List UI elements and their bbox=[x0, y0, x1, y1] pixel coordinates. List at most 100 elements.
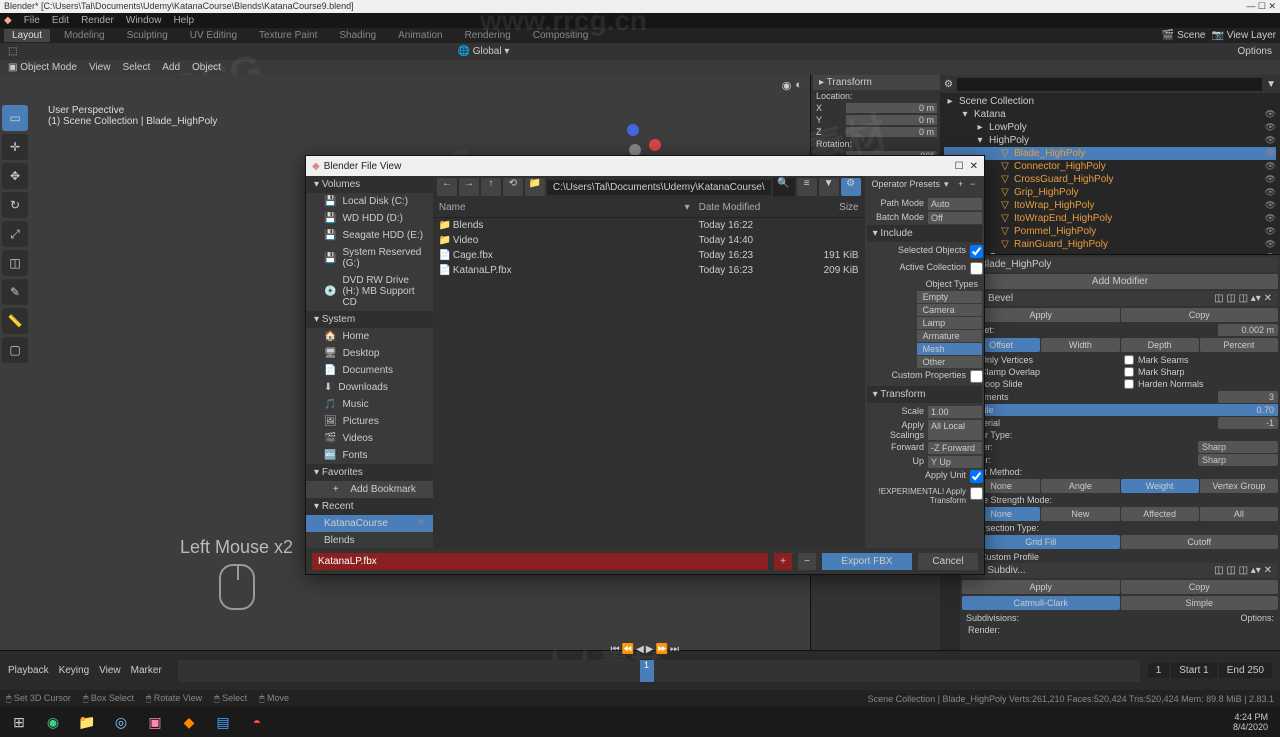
offset-field[interactable]: 0.002 m bbox=[1218, 324, 1278, 336]
system-item[interactable]: 🖥 Desktop bbox=[306, 345, 433, 362]
inter-cutoff[interactable]: Cutoff bbox=[1121, 535, 1279, 549]
tree-obj[interactable]: ▽CrossGuard_HighPoly👁 bbox=[944, 173, 1276, 186]
tree-obj[interactable]: ▽ItoWrap_HighPoly👁 bbox=[944, 199, 1276, 212]
transform-tool-icon[interactable]: ◫ bbox=[2, 250, 28, 276]
objtype-lamp[interactable]: Lamp bbox=[917, 317, 982, 329]
tab-shading[interactable]: Shading bbox=[331, 29, 384, 42]
limit-vgroup[interactable]: Vertex Group bbox=[1200, 479, 1278, 493]
apply-button[interactable]: Apply bbox=[962, 308, 1120, 322]
system-item[interactable]: 📄 Documents bbox=[306, 362, 433, 379]
recent-item[interactable]: KatanaCourse✕ bbox=[306, 515, 433, 532]
chrome-icon[interactable]: ◉ bbox=[38, 708, 68, 736]
menu-edit[interactable]: Edit bbox=[52, 15, 69, 26]
system-item[interactable]: 🎬 Videos bbox=[306, 430, 433, 447]
file-list[interactable]: 📁BlendsToday 16:22 📁VideoToday 14:40 📄Ca… bbox=[433, 218, 865, 548]
objtype-armature[interactable]: Armature bbox=[917, 330, 982, 342]
volume-item[interactable]: 💾 Seagate HDD (E:) bbox=[306, 227, 433, 244]
play-jump-end-icon[interactable]: ⏭ bbox=[670, 644, 679, 655]
annotate-tool-icon[interactable]: ✎ bbox=[2, 279, 28, 305]
orient-select[interactable]: 🌐 Global ▾ bbox=[457, 46, 509, 57]
system-item[interactable]: 🎵 Music bbox=[306, 396, 433, 413]
material-field[interactable]: -1 bbox=[1218, 417, 1278, 429]
loc-y-field[interactable]: 0 m bbox=[846, 115, 937, 125]
apply-scalings-select[interactable]: All Local bbox=[928, 420, 982, 440]
preset-remove-icon[interactable]: − bbox=[970, 179, 982, 190]
catmull-button[interactable]: Catmull-Clark bbox=[962, 596, 1120, 610]
system-header[interactable]: ▾ System bbox=[306, 311, 433, 328]
outliner-filter-icon[interactable]: ⚙ bbox=[944, 79, 953, 90]
display-mode-icon[interactable]: ≡ bbox=[797, 178, 817, 196]
window-controls[interactable]: — ☐ ✕ bbox=[1246, 1, 1276, 12]
tree-lowpoly[interactable]: ▸LowPoly👁 bbox=[944, 121, 1276, 134]
tl-menu-marker[interactable]: Marker bbox=[131, 665, 162, 676]
apply2-button[interactable]: Apply bbox=[962, 580, 1120, 594]
shading-toggle-icon[interactable]: ◐ bbox=[795, 79, 802, 91]
mark-seams-chk[interactable] bbox=[1124, 355, 1134, 365]
objtype-mesh[interactable]: Mesh bbox=[917, 343, 982, 355]
tree-obj[interactable]: ▽Grip_HighPoly👁 bbox=[944, 186, 1276, 199]
system-clock[interactable]: 4:24 PM8/4/2020 bbox=[1233, 712, 1276, 732]
explorer-icon[interactable]: 📁 bbox=[72, 708, 102, 736]
copy-button[interactable]: Copy bbox=[1121, 308, 1279, 322]
increment-icon[interactable]: + bbox=[774, 553, 792, 570]
settings-icon[interactable]: ⚙ bbox=[841, 178, 861, 196]
menu-view[interactable]: View bbox=[89, 62, 111, 73]
app3-icon[interactable]: ◓ bbox=[242, 708, 272, 736]
col-size[interactable]: Size bbox=[799, 202, 859, 213]
nav-newfolder-icon[interactable]: 📁 bbox=[525, 178, 545, 196]
copy2-button[interactable]: Copy bbox=[1121, 580, 1279, 594]
inter-gridfill[interactable]: Grid Fill bbox=[962, 535, 1120, 549]
steam-icon[interactable]: ◎ bbox=[106, 708, 136, 736]
segments-field[interactable]: 3 bbox=[1218, 391, 1278, 403]
tl-menu-playback[interactable]: Playback bbox=[8, 665, 49, 676]
harden-chk[interactable] bbox=[1124, 379, 1134, 389]
system-item[interactable]: ⬇ Downloads bbox=[306, 379, 433, 396]
move-tool-icon[interactable]: ✥ bbox=[2, 163, 28, 189]
selected-objects-chk[interactable] bbox=[970, 245, 983, 258]
dialog-title-bar[interactable]: ◆ Blender File View ☐✕ bbox=[306, 156, 984, 176]
nav-forward-icon[interactable]: → bbox=[459, 178, 479, 196]
col-name[interactable]: Name bbox=[439, 202, 685, 213]
nav-refresh-icon[interactable]: ⟲ bbox=[503, 178, 523, 196]
preset-add-icon[interactable]: + bbox=[958, 179, 970, 190]
close-icon[interactable]: ✕ bbox=[970, 161, 978, 172]
objtype-empty[interactable]: Empty bbox=[917, 291, 982, 303]
maximize-icon[interactable]: ☐ bbox=[955, 161, 964, 172]
play-next-key-icon[interactable]: ⏩ bbox=[656, 644, 668, 655]
path-mode-select[interactable]: Auto bbox=[928, 198, 982, 210]
include-header[interactable]: ▾ Include bbox=[867, 225, 982, 242]
remove-recent-icon[interactable]: ✕ bbox=[416, 518, 424, 529]
system-item[interactable]: 🔤 Fonts bbox=[306, 447, 433, 464]
menu-window[interactable]: Window bbox=[126, 15, 162, 26]
limit-weight[interactable]: Weight bbox=[1121, 479, 1199, 493]
tab-layout[interactable]: Layout bbox=[4, 29, 50, 42]
tl-menu-view[interactable]: View bbox=[99, 665, 121, 676]
play-forward-icon[interactable]: ▶ bbox=[646, 644, 654, 655]
objtype-other[interactable]: Other bbox=[917, 356, 982, 368]
menu-select[interactable]: Select bbox=[122, 62, 150, 73]
timeline-track[interactable]: ⏮ ⏪ ◀ ▶ ⏩ ⏭ 1 bbox=[178, 660, 1140, 682]
tree-obj[interactable]: ▽RainGuard_HighPoly👁 bbox=[944, 238, 1276, 251]
menu-help[interactable]: Help bbox=[173, 15, 194, 26]
menu-file[interactable]: File bbox=[24, 15, 40, 26]
addcube-tool-icon[interactable]: ▢ bbox=[2, 337, 28, 363]
system-item[interactable]: 🖼 Pictures bbox=[306, 413, 433, 430]
custom-props-chk[interactable] bbox=[970, 370, 983, 383]
bevel-header[interactable]: ▾ ▢ Bevel ◫ ◫ ◫ ▴▾ ✕ bbox=[962, 291, 1278, 306]
volume-item[interactable]: 💾 Local Disk (C:) bbox=[306, 193, 433, 210]
app2-icon[interactable]: ▤ bbox=[208, 708, 238, 736]
percent-tab[interactable]: Percent bbox=[1200, 338, 1278, 352]
play-reverse-icon[interactable]: ◀ bbox=[636, 644, 644, 655]
overlay-toggle-icon[interactable]: ◉ bbox=[782, 79, 792, 92]
export-button[interactable]: Export FBX bbox=[822, 553, 912, 570]
batch-mode-select[interactable]: Off bbox=[928, 212, 982, 224]
system-item[interactable]: 🏠 Home bbox=[306, 328, 433, 345]
decrement-icon[interactable]: − bbox=[798, 553, 816, 570]
tree-root[interactable]: ▸Scene Collection bbox=[944, 95, 1276, 108]
measure-tool-icon[interactable]: 📏 bbox=[2, 308, 28, 334]
path-field[interactable]: C:\Users\Tal\Documents\Udemy\KatanaCours… bbox=[547, 180, 771, 195]
loc-z-field[interactable]: 0 m bbox=[846, 127, 937, 137]
volume-item[interactable]: 💿 DVD RW Drive (H:) MB Support CD bbox=[306, 272, 433, 311]
face-new[interactable]: New bbox=[1041, 507, 1119, 521]
tl-menu-keying[interactable]: Keying bbox=[59, 665, 90, 676]
